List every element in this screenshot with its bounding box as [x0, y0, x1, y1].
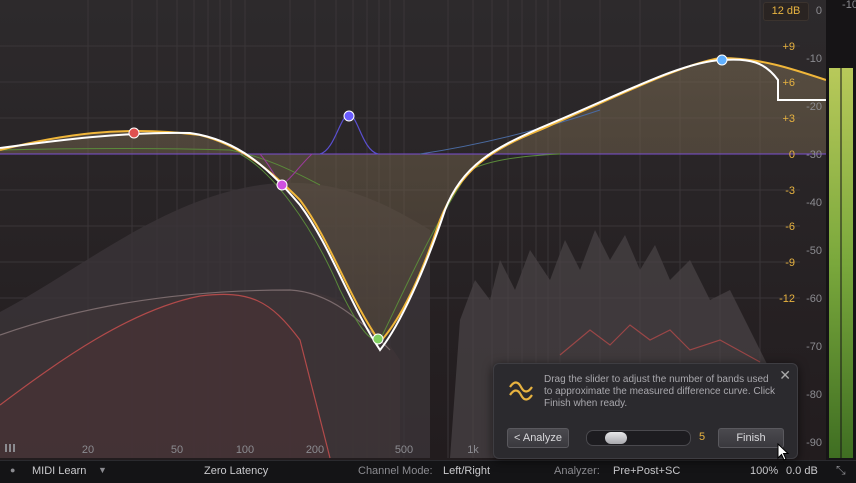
midi-icon[interactable]: ●: [10, 465, 15, 475]
gain-label: -3: [785, 185, 795, 197]
analyzer-label: -90: [806, 437, 822, 449]
resize-icon[interactable]: ⤡: [836, 463, 846, 478]
mouse-cursor-icon: [777, 443, 790, 461]
band-count-value: 5: [699, 431, 706, 443]
meter-top-label: -10: [842, 0, 856, 11]
analyzer-label: -80: [806, 389, 822, 401]
freq-label: 500: [395, 444, 413, 456]
analyzer-label: -10: [806, 53, 822, 65]
analyzer-label: -20: [806, 101, 822, 113]
slider-thumb[interactable]: [605, 432, 628, 444]
band-node-4[interactable]: [372, 333, 384, 345]
gain-label: -6: [785, 221, 795, 233]
gain-label: -9: [785, 257, 795, 269]
gain-label: +6: [782, 77, 795, 89]
midi-learn-button[interactable]: MIDI Learn: [32, 465, 86, 477]
analyzer-label: Analyzer:: [554, 465, 600, 477]
freq-label: 20: [82, 444, 94, 456]
band-node-3[interactable]: [276, 179, 288, 191]
analyze-button[interactable]: < Analyze: [507, 428, 569, 448]
dialog-message: Drag the slider to adjust the number of …: [544, 374, 776, 409]
analyzer-label: -60: [806, 293, 822, 305]
freq-label: 50: [171, 444, 183, 456]
gain-label: -12: [779, 293, 795, 305]
band-node-5[interactable]: [716, 54, 728, 66]
chevron-down-icon[interactable]: ▼: [98, 465, 107, 475]
freq-label: 200: [306, 444, 324, 456]
close-icon[interactable]: ✕: [779, 367, 791, 384]
zoom-level[interactable]: 100%: [750, 465, 778, 477]
analyzer-label: -70: [806, 341, 822, 353]
bottom-bar: ● MIDI Learn ▼ Zero Latency Channel Mode…: [0, 460, 856, 483]
eq-match-dialog: ✕ Drag the slider to adjust the number o…: [493, 363, 798, 459]
display-range-button[interactable]: 12 dB: [763, 2, 809, 21]
channel-mode-label: Channel Mode:: [358, 465, 433, 477]
band-node-2[interactable]: [343, 110, 355, 122]
gain-label: 0: [789, 149, 795, 161]
output-gain[interactable]: 0.0 dB: [786, 465, 818, 477]
approximate-icon: [509, 381, 533, 401]
analyzer-value[interactable]: Pre+Post+SC: [613, 465, 680, 477]
gain-label: +9: [782, 41, 795, 53]
freq-label: 1k: [467, 444, 479, 456]
piano-icon[interactable]: [5, 444, 15, 452]
analyzer-label: -50: [806, 245, 822, 257]
latency-button[interactable]: Zero Latency: [204, 465, 268, 477]
analyzer-label: -40: [806, 197, 822, 209]
band-node-1[interactable]: [128, 127, 140, 139]
channel-mode-value[interactable]: Left/Right: [443, 465, 490, 477]
freq-label: 100: [236, 444, 254, 456]
gain-label: +3: [782, 113, 795, 125]
band-count-slider[interactable]: [586, 430, 691, 446]
analyzer-label: 0: [816, 5, 822, 17]
finish-button[interactable]: Finish: [718, 428, 784, 448]
analyzer-label: -30: [806, 149, 822, 161]
